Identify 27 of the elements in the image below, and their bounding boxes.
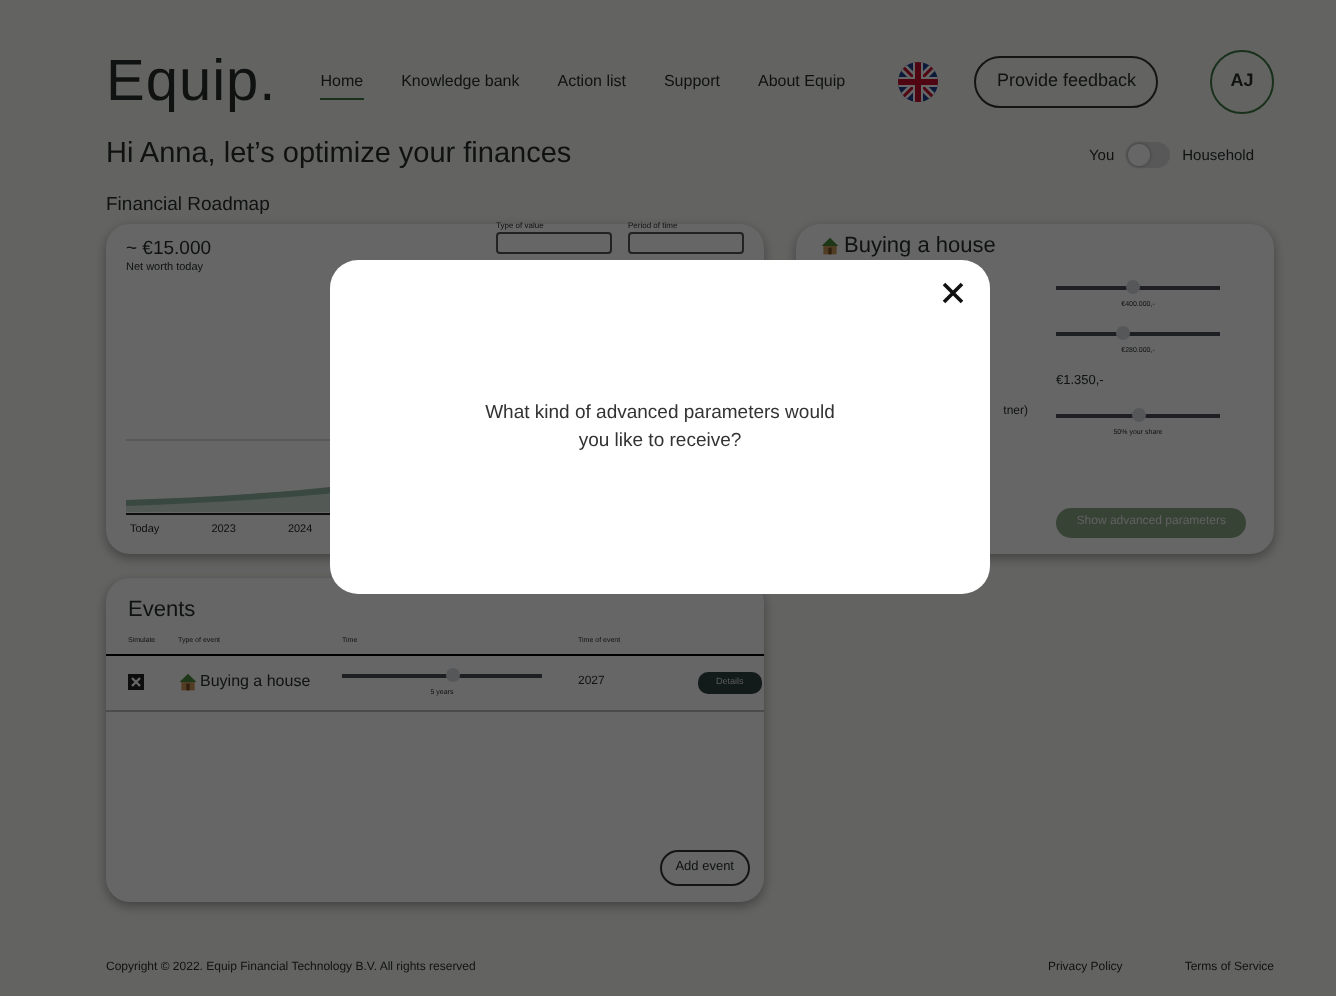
nav-link[interactable]: Home: [320, 65, 364, 99]
nav-link[interactable]: Knowledge bank: [401, 65, 520, 99]
avatar[interactable]: AJ: [1210, 50, 1274, 114]
slider-thumb[interactable]: [445, 668, 459, 683]
select-field[interactable]: [628, 232, 744, 254]
house-icon: [820, 236, 840, 257]
net-worth-value: ~ €15.000: [126, 240, 212, 259]
view-toggle[interactable]: [1126, 142, 1171, 169]
section-title: Financial Roadmap: [106, 191, 272, 220]
event-name: Buying a house: [200, 670, 311, 695]
house-icon: [178, 672, 198, 693]
close-icon[interactable]: [942, 282, 964, 304]
nav-link[interactable]: Action list: [557, 65, 626, 99]
greeting: Hi Anna, let’s optimize your finances: [106, 136, 572, 174]
slider-thumb[interactable]: [1116, 326, 1131, 341]
flag-icon[interactable]: [898, 62, 939, 102]
nav-link[interactable]: About Equip: [758, 65, 846, 99]
logo: Equip.: [106, 53, 277, 111]
feedback-button[interactable]: Provide feedback: [974, 56, 1158, 108]
card-title: Events: [126, 596, 198, 626]
select-field[interactable]: [496, 232, 612, 254]
slider-thumb[interactable]: [1126, 280, 1141, 294]
dialog-question: What kind of advanced parameters would you like to receive?: [483, 400, 837, 454]
checkbox[interactable]: [128, 674, 144, 691]
slider-thumb[interactable]: [1131, 408, 1145, 423]
nav-link[interactable]: Support: [663, 65, 720, 99]
card-title: Buying a house: [844, 232, 996, 262]
